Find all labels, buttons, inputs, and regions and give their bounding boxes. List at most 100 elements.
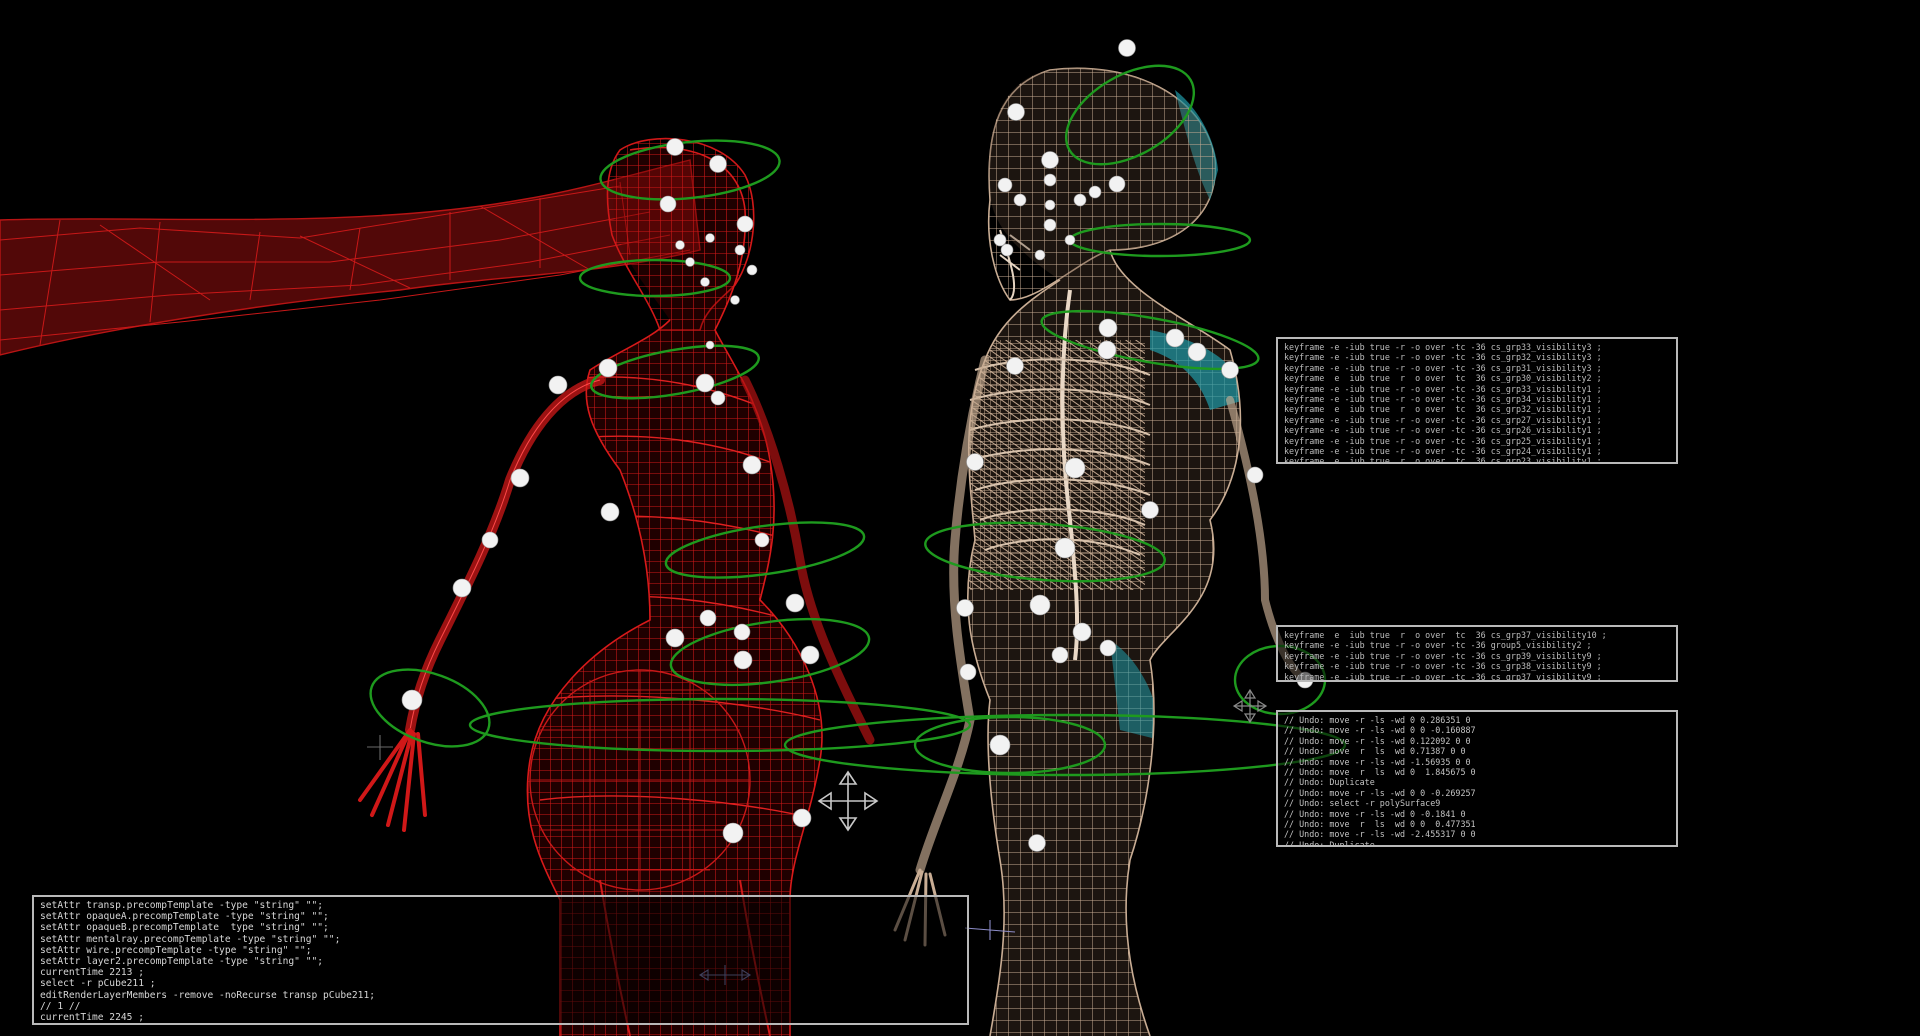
joint-marker[interactable] — [1000, 243, 1014, 257]
joint-marker[interactable] — [1088, 185, 1102, 199]
keyframe-log-panel[interactable]: keyframe -e -iub true -r -o over -tc -36… — [1276, 337, 1678, 464]
joint-marker[interactable] — [959, 663, 977, 681]
joint-marker[interactable] — [1028, 834, 1046, 852]
joint-marker[interactable] — [989, 734, 1011, 756]
joint-marker[interactable] — [1054, 537, 1076, 559]
log-line: keyframe -e -iub true -r -o over -tc -36… — [1284, 446, 1602, 457]
keyframe-log-lines: keyframe e iub true r o over tc 36 cs_gr… — [1284, 630, 1670, 682]
joint-marker[interactable] — [956, 599, 974, 617]
joint-marker[interactable] — [666, 138, 684, 156]
log-line: keyframe -e -iub true -r -o over -tc -36… — [1284, 661, 1602, 672]
joint-marker[interactable] — [1187, 342, 1207, 362]
joint-marker[interactable] — [452, 578, 472, 598]
joint-marker[interactable] — [800, 645, 820, 665]
joint-marker[interactable] — [1221, 361, 1239, 379]
script-editor-lines: setAttr transp.precompTemplate -type "st… — [40, 900, 961, 1023]
log-line: setAttr transp.precompTemplate -type "st… — [40, 900, 324, 911]
script-editor-history[interactable]: setAttr transp.precompTemplate -type "st… — [32, 895, 969, 1025]
joint-marker[interactable] — [600, 502, 620, 522]
log-line: // Undo: move -r -ls -wd -1.56935 0 0 — [1284, 756, 1471, 767]
joint-marker[interactable] — [1073, 193, 1087, 207]
joint-marker[interactable] — [705, 233, 715, 243]
joint-marker[interactable] — [1118, 39, 1136, 57]
log-line: keyframe -e -iub true -r -o over -tc -36… — [1284, 435, 1602, 446]
log-line: keyframe -e -iub true -r -o over -tc -36… — [1284, 394, 1602, 405]
joint-marker[interactable] — [1099, 639, 1117, 657]
joint-marker[interactable] — [1064, 457, 1086, 479]
joint-marker[interactable] — [722, 822, 744, 844]
joint-marker[interactable] — [705, 340, 715, 350]
joint-marker[interactable] — [659, 195, 677, 213]
joint-marker[interactable] — [736, 215, 754, 233]
joint-marker[interactable] — [1029, 594, 1051, 616]
joint-marker[interactable] — [1097, 340, 1117, 360]
log-line: keyframe -e -iub true -r -o over -tc -36… — [1284, 342, 1602, 352]
joint-marker[interactable] — [401, 689, 423, 711]
joint-marker[interactable] — [1043, 218, 1057, 232]
joint-marker[interactable] — [1165, 328, 1185, 348]
joint-marker[interactable] — [1043, 173, 1057, 187]
joint-marker[interactable] — [710, 390, 726, 406]
joint-marker[interactable] — [510, 468, 530, 488]
joint-marker[interactable] — [709, 155, 727, 173]
joint-marker[interactable] — [730, 295, 740, 305]
joint-marker[interactable] — [754, 532, 770, 548]
joint-marker[interactable] — [1034, 249, 1046, 261]
joint-marker[interactable] — [733, 650, 753, 670]
joint-marker[interactable] — [1013, 193, 1027, 207]
joint-marker[interactable] — [1246, 466, 1264, 484]
maya-3d-viewport[interactable]: keyframe -e -iub true -r -o over -tc -36… — [0, 0, 1920, 1036]
log-line: setAttr mentalray.precompTemplate -type … — [40, 933, 341, 945]
joint-marker[interactable] — [993, 233, 1007, 247]
joint-marker[interactable] — [665, 628, 685, 648]
joint-marker[interactable] — [685, 257, 695, 267]
joint-marker[interactable] — [1064, 234, 1076, 246]
joint-marker[interactable] — [699, 609, 717, 627]
log-line: keyframe -e -iub true -r -o over -tc -36… — [1284, 383, 1602, 394]
log-line: // 1 // — [40, 1000, 81, 1012]
keyframe-log-panel-secondary[interactable]: keyframe e iub true r o over tc 36 cs_gr… — [1276, 625, 1678, 682]
joint-marker[interactable] — [792, 808, 812, 828]
keyframe-log-lines: keyframe -e -iub true -r -o over -tc -36… — [1284, 342, 1670, 462]
joint-marker[interactable] — [598, 358, 618, 378]
joint-marker[interactable] — [675, 240, 685, 250]
joint-marker[interactable] — [1006, 357, 1024, 375]
log-line: // Undo: move -r -ls -wd 0 0 -0.160887 — [1284, 725, 1476, 736]
joint-marker[interactable] — [700, 277, 710, 287]
joint-marker[interactable] — [481, 531, 499, 549]
log-line: // Undo: move r ls wd 0 0 0.477351 — [1284, 819, 1476, 830]
joint-marker[interactable] — [1108, 175, 1126, 193]
log-line: // Undo: move -r -ls -wd 0 0.286351 0 — [1284, 715, 1471, 725]
log-line: keyframe e iub true r o over tc 36 cs_gr… — [1284, 373, 1602, 384]
log-line: setAttr opaqueB.precompTemplate type "st… — [40, 922, 329, 934]
log-line: currentTime 2245 ; — [40, 1012, 144, 1024]
joint-marker[interactable] — [548, 375, 568, 395]
joint-marker[interactable] — [785, 593, 805, 613]
joint-marker[interactable] — [966, 453, 984, 471]
undo-history-panel[interactable]: // Undo: move -r -ls -wd 0 0.286351 0// … — [1276, 710, 1678, 847]
move-arrows-icon[interactable] — [817, 770, 879, 832]
joint-marker[interactable] — [997, 177, 1013, 193]
joint-marker[interactable] — [746, 264, 758, 276]
joint-marker[interactable] — [1072, 622, 1092, 642]
joint-marker[interactable] — [1044, 199, 1056, 211]
log-line: // Undo: move -r -ls -wd 0.122092 0 0 — [1284, 735, 1471, 746]
joint-marker[interactable] — [742, 455, 762, 475]
wireframe-scene[interactable] — [0, 0, 1920, 1036]
log-line: keyframe -e -iub true -r -o over -tc -36… — [1284, 362, 1602, 373]
log-line: keyframe -e -iub true -r -o over -tc -36… — [1284, 414, 1602, 425]
joint-marker[interactable] — [1007, 103, 1025, 121]
log-line: keyframe -e -iub true -r -o over -tc -36… — [1284, 671, 1602, 682]
joint-marker[interactable] — [1098, 318, 1118, 338]
joint-marker[interactable] — [1041, 151, 1059, 169]
log-line: keyframe -e -iub true -r -o over -tc -36… — [1284, 650, 1602, 661]
undo-history-lines: // Undo: move -r -ls -wd 0 0.286351 0// … — [1284, 715, 1670, 845]
joint-marker[interactable] — [734, 244, 746, 256]
joint-marker[interactable] — [733, 623, 751, 641]
log-line: // Undo: move -r -ls -wd -2.455317 0 0 — [1284, 829, 1476, 840]
joint-marker[interactable] — [695, 373, 715, 393]
joint-marker[interactable] — [1051, 646, 1069, 664]
skeleton-wireframe-character[interactable] — [893, 60, 1309, 1036]
log-line: keyframe e iub true r o over tc 36 cs_gr… — [1284, 630, 1607, 640]
joint-marker[interactable] — [1141, 501, 1159, 519]
